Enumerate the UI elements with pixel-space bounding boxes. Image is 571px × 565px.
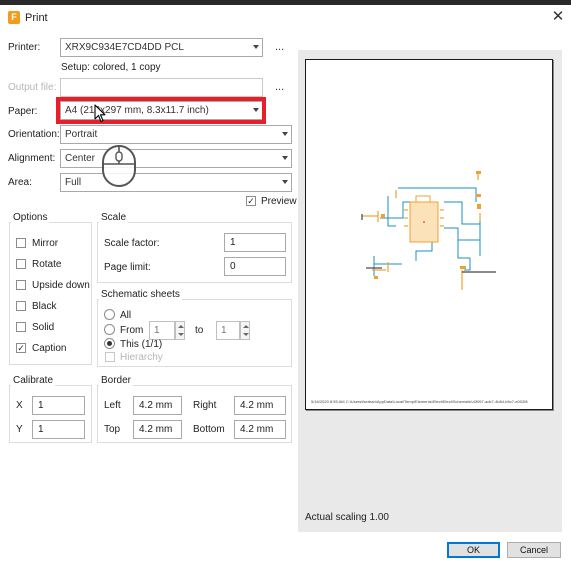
chevron-up-icon: [243, 325, 249, 328]
caption-label: Caption: [32, 343, 67, 354]
from-radio[interactable]: [104, 324, 115, 335]
page-limit-input[interactable]: 0: [224, 257, 286, 276]
preview-checkbox[interactable]: ✓: [246, 196, 256, 206]
title-bar: [0, 5, 571, 31]
to-stepper[interactable]: [240, 321, 250, 340]
border-right-label: Right: [193, 400, 217, 411]
upside-down-checkbox[interactable]: [16, 280, 26, 290]
paper-label: Paper:: [8, 106, 38, 117]
border-left-input[interactable]: 4.2 mm: [133, 396, 182, 415]
scale-title: Scale: [99, 212, 129, 223]
chevron-up-icon: [178, 325, 184, 328]
chevron-down-icon: [282, 132, 288, 136]
chevron-down-icon: [282, 156, 288, 160]
printer-label: Printer:: [8, 42, 41, 53]
mouse-pointer-icon: [94, 104, 106, 123]
ok-button[interactable]: OK: [447, 542, 500, 558]
orientation-select[interactable]: Portrait: [60, 125, 292, 144]
page-limit-label: Page limit:: [104, 262, 151, 273]
schematic-drawing: [361, 171, 496, 290]
border-top-input[interactable]: 4.2 mm: [133, 420, 182, 439]
alignment-value: Center: [65, 153, 96, 164]
mirror-checkbox[interactable]: [16, 238, 26, 248]
output-file-input[interactable]: [60, 78, 263, 97]
to-input[interactable]: 1: [216, 321, 240, 340]
solid-checkbox[interactable]: [16, 322, 26, 332]
from-stepper[interactable]: [175, 321, 185, 340]
actual-scaling-text: Actual scaling 1.00: [305, 512, 389, 523]
all-label: All: [120, 310, 132, 321]
calibrate-x-label: X: [16, 400, 23, 411]
this-label: This (1/1): [120, 339, 163, 350]
alignment-label: Alignment:: [8, 153, 56, 164]
mouse-click-icon: [102, 145, 136, 187]
printer-setup-text: Setup: colored, 1 copy: [61, 62, 161, 73]
border-right-input[interactable]: 4.2 mm: [234, 396, 286, 415]
area-label: Area:: [8, 177, 32, 188]
border-title: Border: [99, 375, 134, 386]
window-title: Print: [25, 12, 48, 24]
rotate-label: Rotate: [32, 259, 62, 270]
preview-label: Preview: [261, 196, 297, 207]
cancel-button[interactable]: Cancel: [507, 542, 561, 558]
calibrate-x-input[interactable]: 1: [32, 396, 85, 415]
options-title: Options: [11, 212, 50, 223]
close-icon[interactable]: ✕: [550, 8, 566, 26]
hierarchy-checkbox[interactable]: [105, 352, 115, 362]
black-label: Black: [32, 301, 57, 312]
caption-checkbox[interactable]: ✓: [16, 343, 26, 353]
chevron-down-icon: [178, 333, 184, 336]
rotate-checkbox[interactable]: [16, 259, 26, 269]
orientation-label: Orientation:: [8, 129, 60, 140]
border-bottom-input[interactable]: 4.2 mm: [234, 420, 286, 439]
alignment-select[interactable]: Center: [60, 149, 292, 168]
border-left-label: Left: [104, 400, 121, 411]
chevron-down-icon: [282, 180, 288, 184]
black-checkbox[interactable]: [16, 301, 26, 311]
area-select[interactable]: Full: [60, 173, 292, 192]
scale-factor-input[interactable]: 1: [224, 233, 286, 252]
this-radio[interactable]: [104, 338, 115, 349]
app-icon: F: [8, 11, 20, 24]
preview-footer-text: 5/16/2020 8:55 AM C:\Users\fserban\AppDa…: [311, 399, 528, 404]
mirror-label: Mirror: [32, 238, 59, 249]
all-radio[interactable]: [104, 309, 115, 320]
calibrate-title: Calibrate: [11, 375, 56, 386]
area-value: Full: [65, 177, 82, 188]
upside-down-label: Upside down: [32, 280, 90, 291]
output-file-label: Output file:: [8, 82, 57, 93]
highlight-box: [56, 97, 266, 124]
printer-select[interactable]: XRX9C934E7CD4DD PCL: [60, 38, 263, 57]
chevron-down-icon: [253, 45, 259, 49]
schematic-sheets-title: Schematic sheets: [99, 289, 182, 300]
orientation-value: Portrait: [65, 129, 98, 140]
to-label: to: [195, 325, 204, 336]
printer-browse-button[interactable]: ...: [275, 41, 284, 53]
from-label: From: [120, 325, 144, 336]
border-bottom-label: Bottom: [193, 424, 225, 435]
border-top-label: Top: [104, 424, 121, 435]
output-file-browse-button[interactable]: ...: [275, 81, 284, 93]
hierarchy-label: Hierarchy: [120, 352, 163, 363]
scale-factor-label: Scale factor:: [104, 238, 160, 249]
from-input[interactable]: 1: [149, 321, 175, 340]
calibrate-y-input[interactable]: 1: [32, 420, 85, 439]
solid-label: Solid: [32, 322, 55, 333]
printer-value: XRX9C934E7CD4DD PCL: [65, 42, 184, 53]
calibrate-y-label: Y: [16, 424, 23, 435]
chevron-down-icon: [243, 333, 249, 336]
